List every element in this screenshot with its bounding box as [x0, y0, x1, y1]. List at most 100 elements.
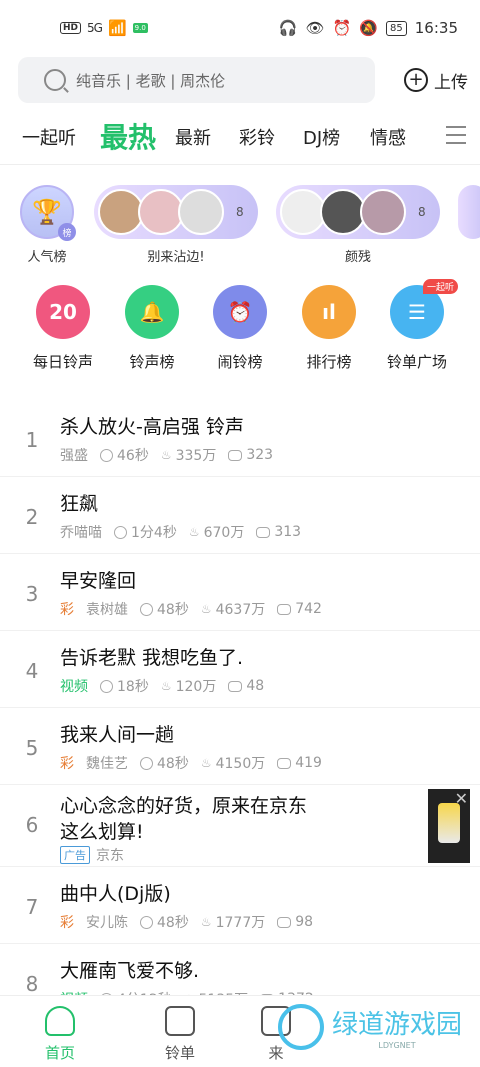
comment-count: 48	[246, 678, 265, 694]
play-count: 4150万	[215, 756, 266, 772]
room-card-partial[interactable]	[458, 185, 480, 239]
playlist-square-button[interactable]: ☰ 铃单广场 一起听	[372, 279, 462, 372]
fire-icon: ♨	[200, 915, 212, 929]
artist-name: 强盛	[60, 448, 88, 464]
upload-button[interactable]: + 上传	[404, 68, 468, 93]
menu-icon[interactable]	[446, 126, 466, 150]
list-item[interactable]: 1 杀人放火-高启强 铃声 强盛 46秒 ♨ 335万 323	[0, 400, 480, 477]
room-card-1[interactable]: 8	[94, 185, 258, 239]
avatar-label-popular: 人气榜	[27, 250, 67, 265]
calendar-icon: 20	[36, 285, 90, 339]
headphone-icon: 🎧	[278, 19, 298, 37]
alarm-icon: ⏰	[213, 285, 267, 339]
room-card-2[interactable]: 8	[276, 185, 440, 239]
play-count: 335万	[175, 448, 217, 464]
play-count: 1777万	[215, 915, 266, 931]
comment-icon	[277, 603, 292, 615]
member-count: 8	[418, 205, 426, 219]
nav-playlist[interactable]: 铃单	[140, 1006, 220, 1063]
tab-hottest[interactable]: 最热	[100, 116, 156, 156]
tab-dj-chart[interactable]: DJ榜	[303, 124, 340, 150]
song-title: 早安隆回	[60, 570, 137, 592]
signal-icon: 5G	[87, 21, 103, 35]
clock-icon	[100, 448, 113, 462]
network-speed-badge: 9.0	[132, 23, 148, 33]
song-title: 大雁南飞爱不够.	[60, 960, 200, 982]
search-input[interactable]: 纯音乐 | 老歌 | 周杰伦	[18, 57, 375, 103]
ad-image[interactable]: ✕	[428, 789, 470, 863]
artist-name: 魏佳艺	[86, 756, 128, 772]
ad-meta: 广告 京东	[60, 845, 124, 865]
list-item[interactable]: 2 狂飙 乔喵喵 1分4秒 ♨ 670万 313	[0, 477, 480, 554]
ad-source: 京东	[96, 848, 124, 864]
song-list: 1 杀人放火-高启强 铃声 强盛 46秒 ♨ 335万 323 2 狂飙 乔喵喵 …	[0, 400, 480, 1021]
rank-number: 1	[25, 428, 39, 452]
tab-newest[interactable]: 最新	[175, 124, 211, 150]
shortcut-label: 铃声榜	[129, 353, 175, 371]
alarm-chart-button[interactable]: ⏰ 闹铃榜	[195, 285, 285, 372]
list-item[interactable]: 7 曲中人(Dj版) 彩 安儿陈 48秒 ♨ 1777万 98	[0, 867, 480, 944]
fire-icon: ♨	[160, 679, 172, 693]
wifi-icon: 📶	[107, 19, 127, 37]
category-tabs: 一起听 最热 最新 彩铃 DJ榜 情感	[0, 112, 480, 158]
artist-name: 袁树雄	[86, 602, 128, 618]
duration: 18秒	[117, 679, 149, 695]
ad-title-line1: 心心念念的好货，原来在京东	[60, 795, 308, 817]
daily-ringtone-button[interactable]: 20 每日铃声	[18, 285, 108, 372]
colorring-tag: 彩	[60, 756, 74, 772]
song-title: 我来人间一趟	[60, 724, 175, 746]
clock-icon	[140, 756, 153, 770]
ranking-button[interactable]: ıl 排行榜	[284, 285, 374, 372]
shortcut-label: 排行榜	[306, 353, 352, 371]
clock: 16:35	[414, 19, 458, 37]
chart-icon: ıl	[302, 285, 356, 339]
plus-icon: +	[404, 68, 428, 92]
rank-number: 2	[25, 505, 39, 529]
watermark-sub: LDYGNET	[378, 1041, 416, 1050]
member-count: 8	[236, 205, 244, 219]
nav-home[interactable]: 首页	[20, 1006, 100, 1063]
artist-name: 乔喵喵	[60, 525, 102, 541]
artist-name: 安儿陈	[86, 915, 128, 931]
comment-count: 323	[246, 447, 274, 463]
ad-tag: 广告	[60, 846, 90, 864]
video-tag: 视频	[60, 679, 88, 695]
hd-indicator: HD	[60, 22, 82, 34]
listen-together-row: 🏆 榜 人气榜 8 别来沾边! 8 颜残	[0, 178, 480, 268]
song-meta: 乔喵喵 1分4秒 ♨ 670万 313	[60, 522, 301, 542]
duration: 48秒	[157, 915, 189, 931]
close-icon[interactable]: ✕	[455, 789, 468, 808]
home-icon	[45, 1006, 75, 1036]
ad-item[interactable]: 6 心心念念的好货，原来在京东 这么划算! 广告 京东 ✕	[0, 785, 480, 867]
colorring-tag: 彩	[60, 915, 74, 931]
duration: 48秒	[157, 756, 189, 772]
colorring-tag: 彩	[60, 602, 74, 618]
tab-together[interactable]: 一起听	[22, 124, 76, 150]
list-item[interactable]: 4 告诉老默 我想吃鱼了. 视频 18秒 ♨ 120万 48	[0, 631, 480, 708]
song-title: 狂飙	[60, 493, 99, 515]
room-label-1: 别来沾边!	[147, 250, 205, 265]
fire-icon: ♨	[200, 602, 212, 616]
clock-icon	[100, 679, 113, 693]
song-title: 曲中人(Dj版)	[60, 883, 171, 905]
tab-emotion[interactable]: 情感	[370, 124, 406, 150]
duration: 1分4秒	[131, 525, 177, 541]
rank-number: 6	[25, 813, 39, 837]
rank-number: 5	[25, 736, 39, 760]
search-placeholder: 纯音乐 | 老歌 | 周杰伦	[76, 71, 226, 90]
duration: 46秒	[117, 448, 149, 464]
together-tag: 一起听	[422, 279, 458, 294]
list-item[interactable]: 5 我来人间一趟 彩 魏佳艺 48秒 ♨ 4150万 419	[0, 708, 480, 785]
comment-count: 98	[295, 914, 314, 930]
bottom-nav: 首页 铃单 来 绿道游戏园 LDYGNET	[0, 995, 480, 1067]
rank-badge: 榜	[58, 223, 76, 241]
bell-icon: 🔔	[125, 285, 179, 339]
song-meta: 强盛 46秒 ♨ 335万 323	[60, 445, 273, 465]
watermark-logo	[277, 1004, 324, 1050]
clock-icon	[114, 525, 127, 539]
ringtone-chart-button[interactable]: 🔔 铃声榜	[107, 285, 197, 372]
list-item[interactable]: 3 早安隆回 彩 袁树雄 48秒 ♨ 4637万 742	[0, 554, 480, 631]
tab-colorring[interactable]: 彩铃	[239, 124, 275, 150]
shortcut-label: 每日铃声	[32, 353, 93, 371]
ad-title: 心心念念的好货，原来在京东 这么划算!	[60, 793, 307, 845]
